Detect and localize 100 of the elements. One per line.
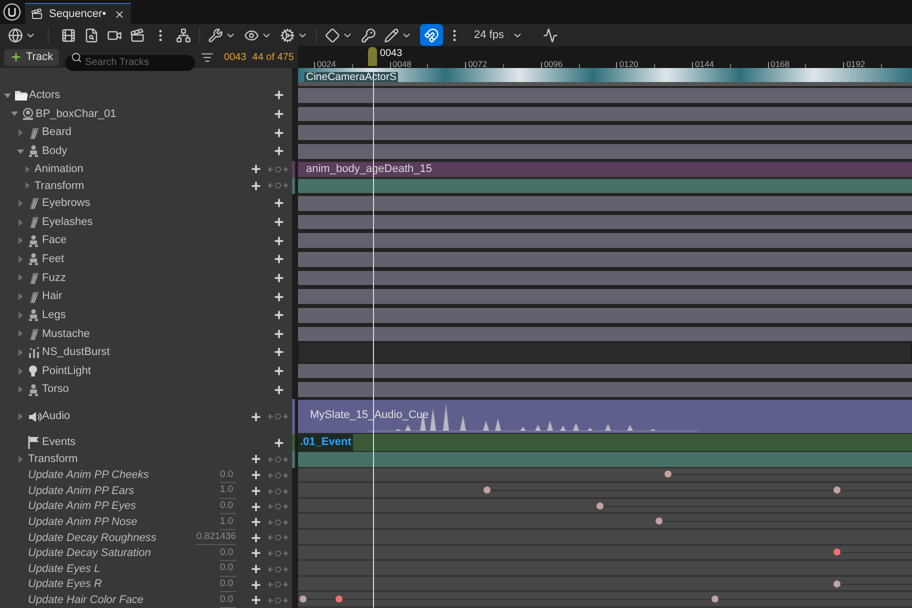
track-section[interactable] xyxy=(298,382,912,398)
add-icon[interactable] xyxy=(273,234,285,247)
track-section[interactable] xyxy=(298,106,912,122)
track-label[interactable]: Update Anim PP Ears xyxy=(28,482,220,500)
track-section[interactable] xyxy=(298,214,912,230)
add-icon[interactable] xyxy=(250,180,262,192)
person-badge-icon xyxy=(22,108,34,120)
track-section[interactable] xyxy=(298,308,912,323)
pencil-icon xyxy=(384,28,399,42)
track-label[interactable]: NS_dustBurst xyxy=(42,344,273,361)
add-icon[interactable] xyxy=(273,145,285,158)
add-icon[interactable] xyxy=(273,384,285,396)
track-section[interactable] xyxy=(298,326,912,342)
engine-logo[interactable] xyxy=(3,3,21,21)
track-section[interactable] xyxy=(298,252,912,267)
keyframe-icon xyxy=(325,28,340,42)
add-icon[interactable] xyxy=(273,108,285,120)
snap-icon xyxy=(424,28,439,42)
track-section[interactable] xyxy=(298,364,912,378)
track-label[interactable]: Fuzz xyxy=(42,270,273,286)
add-icon[interactable] xyxy=(250,516,262,528)
track-label[interactable]: BP_boxChar_01 xyxy=(36,106,273,122)
track-label[interactable]: Animation xyxy=(34,160,250,178)
add-icon[interactable] xyxy=(250,563,262,576)
frame-rate-dropdown[interactable]: 24 fps xyxy=(474,26,523,44)
add-icon[interactable] xyxy=(250,485,262,498)
track-label[interactable]: PointLight xyxy=(42,362,273,380)
track-label[interactable]: Update Anim PP Cheeks xyxy=(28,467,220,484)
add-icon[interactable] xyxy=(250,594,262,606)
track-section[interactable] xyxy=(298,125,912,140)
tab-title: Sequencer• xyxy=(49,6,108,22)
track-label[interactable]: Transform xyxy=(34,178,250,194)
add-icon[interactable] xyxy=(273,253,285,266)
add-icon[interactable] xyxy=(273,309,285,322)
add-icon[interactable] xyxy=(273,328,285,340)
add-icon[interactable] xyxy=(273,436,285,449)
add-icon[interactable] xyxy=(273,290,285,303)
event-key[interactable]: .01_Event xyxy=(298,434,354,451)
track-label[interactable]: Torso xyxy=(42,381,273,398)
time-ruler[interactable]: 0024 0048 0072 0096 0120 0144 0168 0192 0043 xyxy=(298,46,912,68)
track-label[interactable]: Update Anim PP Eyes xyxy=(28,498,220,515)
close-icon[interactable] xyxy=(114,8,125,20)
track-label[interactable]: Feet xyxy=(42,251,273,268)
playhead-handle[interactable] xyxy=(368,47,378,66)
add-icon[interactable] xyxy=(273,365,285,378)
track-section[interactable] xyxy=(298,196,912,211)
track-label[interactable]: Body xyxy=(42,142,273,160)
add-icon[interactable] xyxy=(273,126,285,139)
add-icon[interactable] xyxy=(273,272,285,284)
add-track-button[interactable]: Track xyxy=(4,48,60,66)
track-label[interactable]: Update Eyes L xyxy=(28,560,220,578)
flag-icon xyxy=(28,436,40,450)
track-label[interactable]: Eyelashes xyxy=(42,214,273,230)
key-navigation-icon xyxy=(268,503,288,510)
tick-label: 0048 xyxy=(392,60,412,68)
track-label[interactable]: Actors xyxy=(29,87,273,104)
add-icon[interactable] xyxy=(250,532,262,544)
key-navigation-icon xyxy=(268,488,288,495)
expanded-arrow-icon[interactable] xyxy=(17,148,24,155)
track-label[interactable]: Face xyxy=(42,232,273,249)
track-label[interactable]: Update Eyes R xyxy=(28,576,220,593)
expanded-arrow-icon[interactable] xyxy=(10,110,18,118)
add-icon[interactable] xyxy=(250,163,262,175)
track-label[interactable]: Transform xyxy=(28,451,250,468)
track-label[interactable]: Mustache xyxy=(42,326,273,342)
search-field[interactable]: Search Tracks xyxy=(65,54,196,70)
add-icon[interactable] xyxy=(273,197,285,210)
track-label[interactable]: Legs xyxy=(42,306,273,324)
key-navigation-icon xyxy=(268,182,288,190)
add-icon[interactable] xyxy=(250,410,262,423)
add-icon[interactable] xyxy=(250,469,262,482)
track-label[interactable]: Update Hair Color Face xyxy=(28,592,220,608)
track-label[interactable]: Beard xyxy=(42,124,273,141)
track-section[interactable] xyxy=(298,289,912,304)
track-label[interactable]: Update Anim PP Nose xyxy=(28,514,220,531)
figure-icon xyxy=(28,309,39,322)
snap-button[interactable] xyxy=(420,24,443,46)
filter-icon[interactable] xyxy=(201,50,214,64)
track-label[interactable]: Audio xyxy=(42,408,250,425)
add-icon[interactable] xyxy=(273,346,285,358)
track-section[interactable] xyxy=(298,270,912,286)
add-icon[interactable] xyxy=(273,216,285,228)
track-label[interactable]: Events xyxy=(42,434,273,451)
add-icon[interactable] xyxy=(250,547,262,560)
light-bulb-icon xyxy=(28,365,38,378)
add-icon[interactable] xyxy=(273,89,285,102)
playhead-frame: 0043 xyxy=(380,46,402,61)
track-label[interactable]: Update Decay Saturation xyxy=(28,545,220,562)
tools-icon xyxy=(208,28,223,42)
track-section[interactable] xyxy=(298,88,912,103)
add-icon[interactable] xyxy=(250,500,262,513)
track-section[interactable] xyxy=(298,144,912,158)
track-label[interactable]: Eyebrows xyxy=(42,195,273,212)
expanded-arrow-icon[interactable] xyxy=(4,92,11,99)
add-icon[interactable] xyxy=(250,578,262,591)
track-label[interactable]: Hair xyxy=(42,288,273,305)
add-icon[interactable] xyxy=(250,453,262,466)
track-section[interactable] xyxy=(298,233,912,248)
track-label[interactable]: Update Decay Roughness xyxy=(28,530,196,546)
sequencer-tab[interactable]: Sequencer• xyxy=(25,3,131,24)
